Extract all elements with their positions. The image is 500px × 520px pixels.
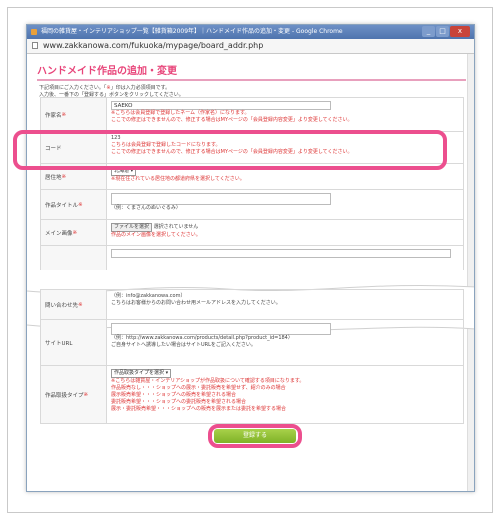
label-contact: 問い合わせ先 ※ bbox=[41, 290, 107, 319]
work-title-field[interactable] bbox=[111, 193, 331, 205]
contact-note: こちらはお客様からのお問い合わせ用メールアドレスを入力してください。 bbox=[111, 300, 281, 306]
url-text[interactable]: www.zakkanowa.com/fukuoka/mypage/board_a… bbox=[43, 41, 263, 50]
file-status: 選択されていません bbox=[153, 224, 199, 230]
handling-note-5: 展示・委託販売希望・・・ショップへの販売を展示または委託を希望する場合 bbox=[111, 406, 287, 412]
close-button[interactable]: x bbox=[450, 26, 470, 37]
site-url-note: ご自身サイトへ誘導したい場合はサイトURLをご記入ください。 bbox=[111, 342, 256, 348]
label-handling-type: 作品取扱タイプ ※ bbox=[41, 366, 107, 423]
contact-hint: （例：info@zakkanowa.com） bbox=[111, 293, 186, 299]
chrome-app-icon bbox=[31, 29, 37, 35]
choose-file-button[interactable]: ファイルを選択 bbox=[111, 223, 153, 232]
form-top: 作家名 ※ SAEKO ※こちらは会員登録で登録したネーム（作家名）になります。 … bbox=[40, 97, 464, 270]
handling-type-select[interactable]: 作品取扱タイプを選択 ▾ bbox=[111, 369, 172, 378]
site-url-field[interactable] bbox=[111, 323, 331, 335]
row-truncated bbox=[41, 246, 463, 270]
artist-name-note-2: ここでの修正はできませんので、修正する場合はMYページの「会員登録内容変更」より… bbox=[111, 117, 353, 123]
window-controls: _ □ x bbox=[422, 26, 470, 37]
register-button[interactable]: 登録する bbox=[214, 429, 296, 443]
site-url-hint: （例：http://www.zakkanowa.com/products/det… bbox=[111, 335, 293, 341]
window-title: 福岡の雑貨屋・インテリアショップ一覧【雑貨箱2009年】｜ハンドメイド作品の追加… bbox=[41, 28, 343, 35]
work-title-hint: （例：くまさんのぬいぐるみ） bbox=[111, 205, 181, 211]
handling-note-3: 展示販売希望・・・ショップへの販売を希望される場合 bbox=[111, 392, 237, 398]
maximize-button[interactable]: □ bbox=[436, 26, 449, 37]
row-site-url: サイトURL （例：http://www.zakkanowa.com/produ… bbox=[41, 320, 463, 366]
row-handling-type: 作品取扱タイプ ※ 作品取扱タイプを選択 ▾ ※こちらは雑貨屋・インテリアショップ… bbox=[41, 366, 463, 424]
label-artist-name: 作家名 ※ bbox=[41, 98, 107, 131]
handling-note-1: ※こちらは雑貨屋・インテリアショップが作品取扱について確認する項目になります。 bbox=[111, 378, 305, 384]
minimize-button[interactable]: _ bbox=[422, 26, 435, 37]
residence-note: ※現在住されている居住地の都道府県を選択してください。 bbox=[111, 176, 245, 182]
handling-note-4: 委託販売希望・・・ショップへの委託販売を希望される場合 bbox=[111, 399, 247, 405]
truncated-field[interactable] bbox=[111, 249, 451, 258]
row-main-image: メイン画像 ※ ファイルを選択 選択されていません 作品のメイン画像を選択してくだ… bbox=[41, 220, 463, 246]
title-bar: 福岡の雑貨屋・インテリアショップ一覧【雑貨箱2009年】｜ハンドメイド作品の追加… bbox=[27, 25, 474, 39]
handling-note-2: 作品販売なし・・・ショップへの展示・委託販売を希望せず、紹介のみの場合 bbox=[111, 385, 286, 391]
code-row-highlight bbox=[13, 130, 447, 170]
row-work-title: 作品タイトル ※ （例：くまさんのぬいぐるみ） bbox=[41, 190, 463, 220]
label-work-title: 作品タイトル ※ bbox=[41, 190, 107, 219]
form-bottom: 問い合わせ先 ※ （例：info@zakkanowa.com） こちらはお客様から… bbox=[40, 289, 464, 424]
artist-name-note-1: ※こちらは会員登録で登録したネーム（作家名）になります。 bbox=[111, 110, 250, 116]
label-site-url: サイトURL bbox=[41, 320, 107, 365]
page-icon bbox=[32, 42, 38, 49]
intro-line1-a: 下記項目にご入力ください。「 bbox=[39, 85, 107, 91]
row-contact: 問い合わせ先 ※ （例：info@zakkanowa.com） こちらはお客様から… bbox=[41, 290, 463, 320]
intro-line1-b: 」印は入力必須項目です。 bbox=[110, 85, 171, 91]
page-title: ハンドメイド作品の追加・変更 bbox=[37, 62, 466, 81]
main-image-note: 作品のメイン画像を選択してください。 bbox=[111, 232, 201, 238]
row-artist-name: 作家名 ※ SAEKO ※こちらは会員登録で登録したネーム（作家名）になります。 … bbox=[41, 98, 463, 132]
label-main-image: メイン画像 ※ bbox=[41, 220, 107, 245]
artist-name-field[interactable]: SAEKO bbox=[111, 101, 331, 110]
scrollbar[interactable] bbox=[467, 54, 474, 491]
browser-window: 福岡の雑貨屋・インテリアショップ一覧【雑貨箱2009年】｜ハンドメイド作品の追加… bbox=[26, 24, 475, 492]
address-bar[interactable]: www.zakkanowa.com/fukuoka/mypage/board_a… bbox=[27, 39, 474, 54]
